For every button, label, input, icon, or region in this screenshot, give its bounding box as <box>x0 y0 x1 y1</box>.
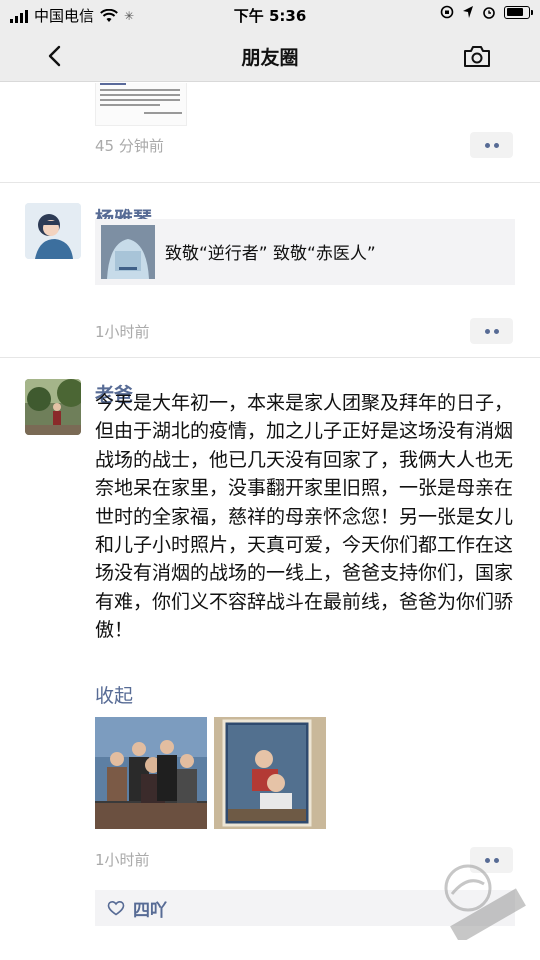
moment-post: 杨雅琴 致敬“逆行者” 致敬“赤医人” 1小时前 <box>0 184 540 358</box>
more-actions-button[interactable] <box>470 318 513 344</box>
location-icon <box>463 6 473 18</box>
post-timestamp: 45 分钟前 <box>95 137 164 155</box>
avatar[interactable] <box>25 379 81 435</box>
shared-link-title: 致敬“逆行者” 致敬“赤医人” <box>165 244 376 264</box>
page-title: 朋友圈 <box>241 47 299 69</box>
post-text: 今天是大年初一，本来是家人团聚及拜年的日子，但由于湖北的疫情，加之儿子正好是这场… <box>95 392 514 642</box>
family-photo[interactable] <box>95 717 207 829</box>
post-timestamp: 1小时前 <box>95 851 150 869</box>
alarm-icon <box>483 7 495 19</box>
shared-link-card[interactable]: 致敬“逆行者” 致敬“赤医人” <box>95 219 515 285</box>
watermark-logo <box>444 864 526 940</box>
nav-bar: 朋友圈 <box>0 30 540 82</box>
avatar[interactable] <box>25 203 81 259</box>
rotation-lock-icon <box>440 5 454 19</box>
document-image[interactable] <box>95 83 187 126</box>
camera-icon[interactable] <box>462 42 492 70</box>
childhood-photo[interactable] <box>214 717 326 829</box>
status-bar: 中国电信 ✳ 下午 5:36 <box>0 0 540 30</box>
heart-icon <box>107 900 125 916</box>
moments-feed[interactable]: 45 分钟前 杨雅琴 致敬“逆行者” 致敬“赤医人 <box>0 83 540 960</box>
post-timestamp: 1小时前 <box>95 323 150 341</box>
battery-icon <box>504 5 533 19</box>
moment-post: 45 分钟前 <box>0 83 540 183</box>
liker-name[interactable]: 四吖 <box>133 896 167 921</box>
collapse-link[interactable]: 收起 <box>95 681 133 708</box>
more-actions-button[interactable] <box>470 132 513 158</box>
shared-link-thumbnail <box>101 225 155 279</box>
